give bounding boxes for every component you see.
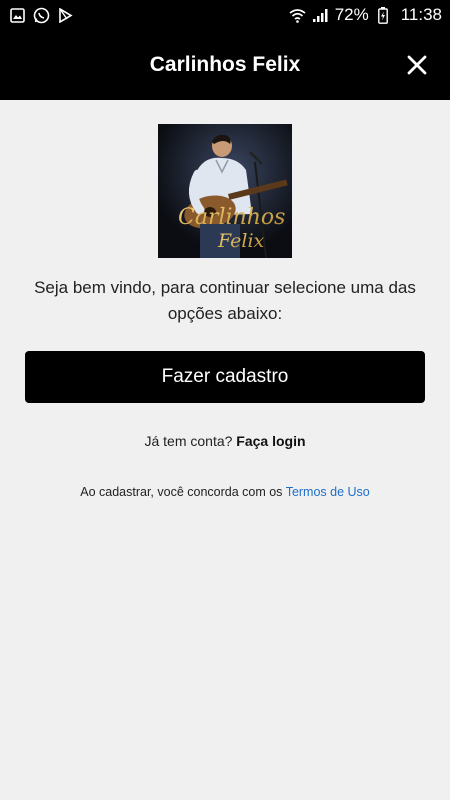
close-icon	[407, 55, 427, 75]
main-content: Carlinhos Felix Seja bem vindo, para con…	[0, 100, 450, 800]
login-link[interactable]: Faça login	[236, 433, 305, 449]
status-left	[8, 6, 74, 24]
logo-line-1: Carlinhos	[178, 205, 285, 230]
terms-prefix: Ao cadastrar, você concorda com os	[80, 485, 283, 499]
battery-percent: 72%	[334, 5, 369, 24]
login-prompt: Já tem conta?	[144, 433, 233, 449]
status-right: 72% 11:38	[289, 5, 442, 25]
login-prompt-line: Já tem conta? Faça login	[0, 433, 450, 449]
play-store-icon	[56, 6, 74, 24]
whatsapp-icon	[32, 6, 50, 24]
battery-charging-icon	[374, 6, 392, 24]
signup-button[interactable]: Fazer cadastro	[25, 351, 425, 403]
gallery-icon	[8, 6, 26, 24]
app-header: Carlinhos Felix	[0, 30, 450, 100]
clock: 11:38	[400, 5, 442, 24]
artist-image: Carlinhos Felix	[158, 124, 292, 258]
welcome-message: Seja bem vindo, para continuar selecione…	[34, 278, 416, 323]
wifi-icon	[289, 6, 307, 24]
artist-photo: Carlinhos Felix	[158, 124, 292, 258]
terms-line: Ao cadastrar, você concorda com os Termo…	[0, 485, 450, 499]
terms-link[interactable]: Termos de Uso	[286, 485, 370, 499]
signal-icon	[312, 6, 330, 24]
status-bar: 72% 11:38	[0, 0, 450, 30]
close-button[interactable]	[404, 52, 430, 78]
logo-line-2: Felix	[217, 230, 265, 252]
page-title: Carlinhos Felix	[149, 53, 301, 76]
